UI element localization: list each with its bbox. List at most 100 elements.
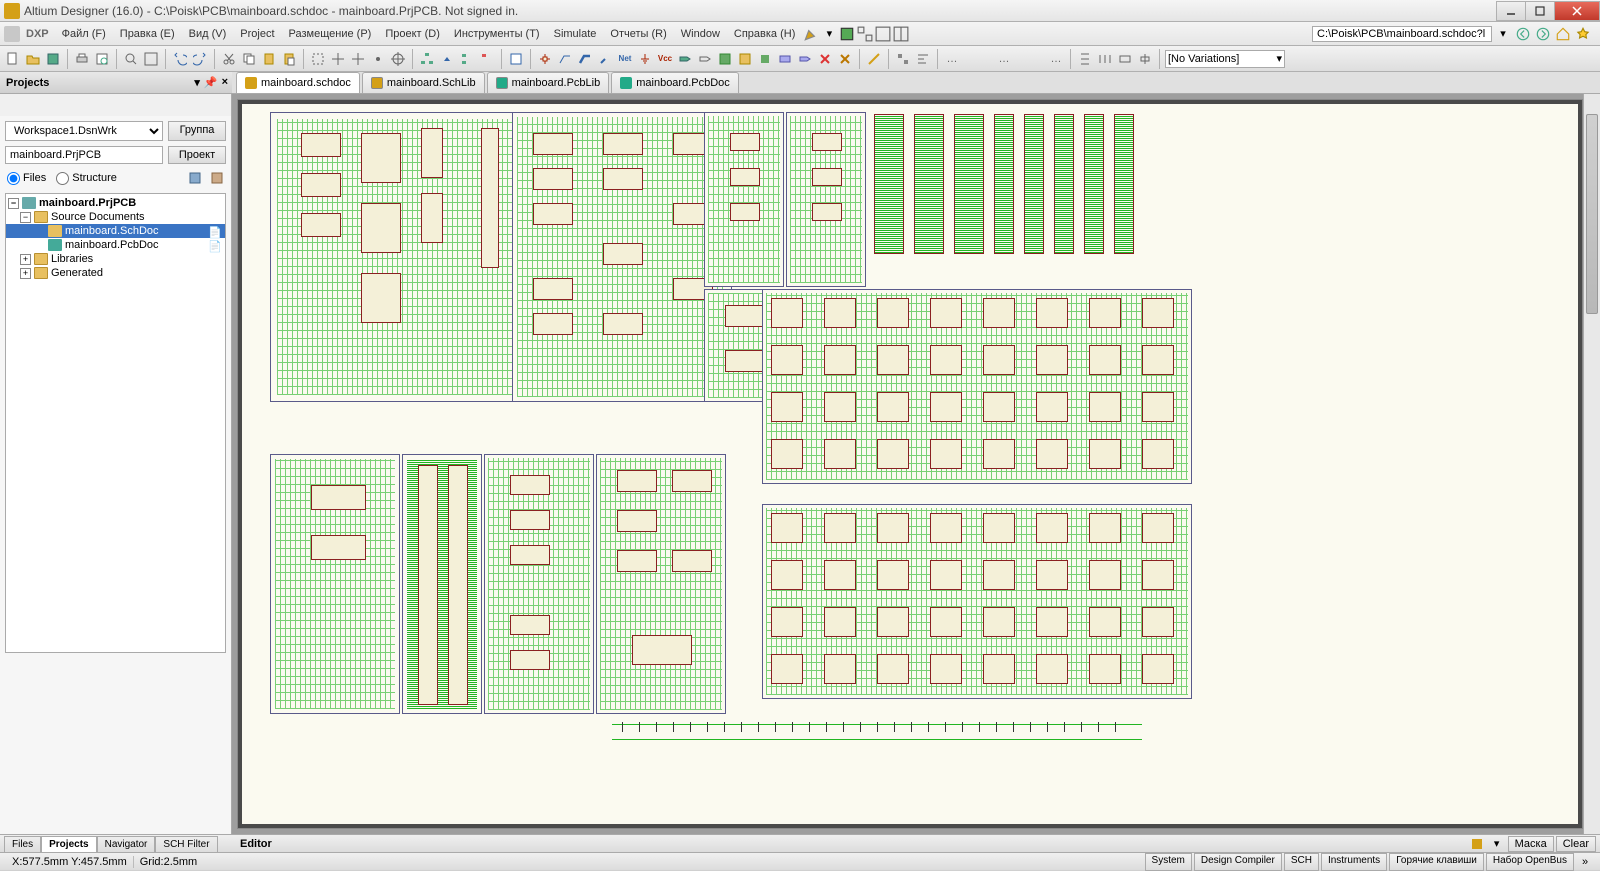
place-vcc-icon[interactable]: Vcc [656,50,674,68]
minimize-button[interactable] [1496,1,1526,21]
clear-button[interactable]: Clear [1556,836,1596,852]
zoom-icon[interactable] [122,50,140,68]
tab-pcblib[interactable]: mainboard.PcbLib [487,72,610,93]
tab-schlib[interactable]: mainboard.SchLib [362,72,485,93]
select-icon[interactable] [309,50,327,68]
menu-place[interactable]: Размещение (P) [282,25,379,43]
place-gnd-icon[interactable] [636,50,654,68]
editor-opt2-icon[interactable]: ▾ [1488,835,1506,853]
undo-icon[interactable] [171,50,189,68]
more3-icon[interactable]: … [1047,50,1065,68]
tree-sourcedocs[interactable]: −Source Documents [6,210,225,224]
dist-v-icon[interactable] [1076,50,1094,68]
status-menu-icon[interactable]: » [1576,853,1594,871]
crosshair-icon[interactable] [389,50,407,68]
zoomfit-icon[interactable] [142,50,160,68]
bottom-tab-navigator[interactable]: Navigator [97,836,156,852]
panel-sm1-icon[interactable] [186,169,204,187]
app-menu-icon[interactable] [4,26,20,42]
bottom-tab-projects[interactable]: Projects [41,836,96,852]
toolbar-highlight-icon[interactable] [802,25,820,43]
move-icon[interactable] [329,50,347,68]
place-offsheet-icon[interactable] [696,50,714,68]
tree-pcbdoc[interactable]: mainboard.PcbDoc📄 [6,238,225,252]
menu-window[interactable]: Window [674,25,727,43]
place-noerc-icon[interactable] [836,50,854,68]
nav-fwd-icon[interactable] [1534,25,1552,43]
paste2-icon[interactable] [280,50,298,68]
menu-reports[interactable]: Отчеты (R) [603,25,673,43]
more1-icon[interactable]: … [943,50,961,68]
place-harness2-icon[interactable] [796,50,814,68]
nav-home-icon[interactable] [1554,25,1572,43]
panel-close-icon[interactable]: × [222,76,228,89]
menu-project[interactable]: Project [233,25,281,43]
status-btn-openbus[interactable]: Набор OpenBus [1486,853,1574,871]
new-icon[interactable] [4,50,22,68]
menu-simulate[interactable]: Simulate [547,25,604,43]
breadcrumb-input[interactable] [1312,26,1492,42]
print-icon[interactable] [73,50,91,68]
align3-icon[interactable] [1136,50,1154,68]
panel-pin-icon[interactable]: 📌 [204,76,218,89]
project-button[interactable]: Проект [168,146,226,164]
dxp-menu[interactable]: DXP [20,25,55,43]
tab-pcbdoc[interactable]: mainboard.PcbDoc [611,72,739,93]
align-icon[interactable] [914,50,932,68]
close-button[interactable] [1554,1,1600,21]
tree2-icon[interactable] [478,50,496,68]
scrollbar-thumb[interactable] [1586,114,1598,314]
cut-icon[interactable] [220,50,238,68]
vertical-scrollbar[interactable] [1583,94,1600,834]
maximize-button[interactable] [1525,1,1555,21]
toolbar-grid1-icon[interactable] [856,25,874,43]
tree-project[interactable]: −mainboard.PrjPCB [6,196,225,210]
project-input[interactable] [5,146,163,164]
bottom-tab-files[interactable]: Files [4,836,41,852]
status-btn-designcompiler[interactable]: Design Compiler [1194,853,1282,871]
variations-dropdown[interactable]: [No Variations]▾ [1165,50,1285,68]
breadcrumb-dropdown-icon[interactable]: ▾ [1494,25,1512,43]
redo-icon[interactable] [191,50,209,68]
tree-schdoc[interactable]: mainboard.SchDoc📄 [6,224,225,238]
nav-back-icon[interactable] [1514,25,1532,43]
toolbar-grid3-icon[interactable] [892,25,910,43]
radio-files[interactable]: Files [7,172,46,185]
nav-fav-icon[interactable] [1574,25,1592,43]
open-icon[interactable] [24,50,42,68]
align2-icon[interactable] [1116,50,1134,68]
menu-design[interactable]: Проект (D) [378,25,447,43]
tree-generated[interactable]: +Generated [6,266,225,280]
place-sheetentry-icon[interactable] [736,50,754,68]
menu-edit[interactable]: Правка (E) [113,25,182,43]
place-wire-icon[interactable] [556,50,574,68]
place-device-icon[interactable] [756,50,774,68]
radio-structure[interactable]: Structure [56,172,117,185]
color-icon[interactable] [838,25,856,43]
tree-libraries[interactable]: +Libraries [6,252,225,266]
place-sheet-icon[interactable] [716,50,734,68]
array-icon[interactable] [894,50,912,68]
place-bus-icon[interactable] [576,50,594,68]
bottom-tab-schfilter[interactable]: SCH Filter [155,836,217,852]
place-noe-icon[interactable] [816,50,834,68]
status-btn-hotkeys[interactable]: Горячие клавиши [1389,853,1484,871]
workspace-select[interactable]: Workspace1.DsnWrk [5,121,163,141]
menu-view[interactable]: Вид (V) [182,25,234,43]
line-icon[interactable] [865,50,883,68]
tab-schdoc[interactable]: mainboard.schdoc [236,72,360,93]
place-port-icon[interactable] [676,50,694,68]
status-btn-system[interactable]: System [1145,853,1192,871]
browse-icon[interactable] [507,50,525,68]
status-btn-sch[interactable]: SCH [1284,853,1319,871]
updown-icon[interactable] [438,50,456,68]
menu-help[interactable]: Справка (H) [727,25,802,43]
status-btn-instruments[interactable]: Instruments [1321,853,1387,871]
dropdown-icon[interactable]: ▾ [820,25,838,43]
place-netlabel-icon[interactable]: Net [616,50,634,68]
panel-menu-icon[interactable]: ▾ [194,76,200,89]
place-busentry-icon[interactable] [596,50,614,68]
schematic-canvas[interactable]: /* generated below */ [238,100,1582,828]
preview-icon[interactable] [93,50,111,68]
place-part-icon[interactable] [536,50,554,68]
